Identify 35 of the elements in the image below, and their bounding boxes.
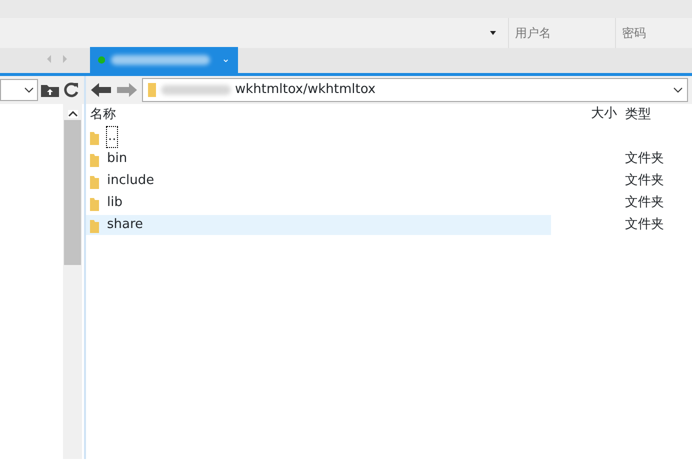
column-header[interactable]: 类型	[621, 105, 692, 125]
chevron-down-icon[interactable]	[673, 87, 683, 93]
chevron-down-icon[interactable]	[24, 87, 34, 93]
session-tab[interactable]: ⌄	[90, 47, 238, 73]
refresh-icon[interactable]	[62, 81, 80, 99]
file-row[interactable]: include	[86, 171, 551, 191]
file-row[interactable]: bin	[86, 149, 551, 169]
column-header[interactable]: 名称	[86, 105, 551, 125]
column-header[interactable]: 大小	[551, 104, 621, 126]
folder-icon	[147, 82, 157, 98]
folder-upload-icon[interactable]	[40, 82, 60, 98]
file-name: include	[107, 172, 154, 190]
file-name: bin	[107, 150, 128, 168]
path-field[interactable]: wkhtmltox/wkhtmltox	[142, 78, 688, 102]
folder-icon	[90, 152, 99, 166]
dropdown-caret-icon[interactable]	[490, 31, 496, 35]
file-type: 文件夹	[625, 151, 664, 166]
file-type: 文件夹	[625, 217, 664, 232]
file-name: share	[107, 216, 144, 234]
file-row[interactable]: ..	[86, 127, 551, 147]
folder-icon	[90, 218, 99, 232]
scroll-up-icon[interactable]	[68, 110, 78, 118]
folder-icon	[90, 174, 99, 188]
folder-icon	[90, 196, 99, 210]
file-type: 文件夹	[625, 173, 664, 188]
caret-icon[interactable]: ⌄	[222, 55, 230, 65]
file-row[interactable]: share	[86, 215, 551, 235]
back-arrow-icon[interactable]	[90, 82, 112, 98]
file-name: ..	[107, 127, 118, 147]
path-text: wkhtmltox/wkhtmltox	[235, 81, 376, 100]
file-type: 文件夹	[625, 195, 664, 210]
scrollbar[interactable]	[63, 104, 82, 459]
folder-icon	[90, 130, 99, 144]
file-name: lib	[107, 194, 122, 212]
file-row[interactable]: lib	[86, 193, 551, 213]
